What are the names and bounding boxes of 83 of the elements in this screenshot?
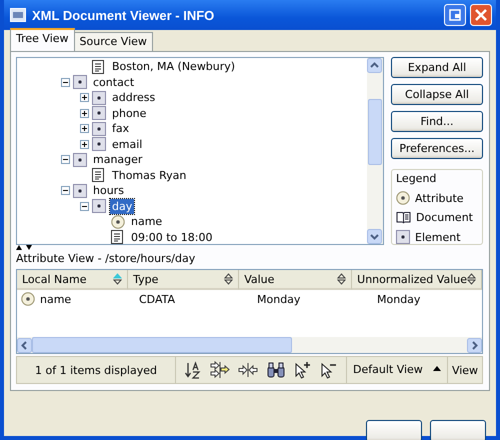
- scroll-thumb[interactable]: [368, 99, 382, 165]
- sort-icon[interactable]: [113, 273, 122, 286]
- scroll-up-icon[interactable]: [367, 58, 382, 73]
- sort-icon[interactable]: [467, 273, 476, 286]
- tree-item[interactable]: manager: [91, 152, 144, 168]
- close-button[interactable]: [470, 4, 492, 26]
- pointer-minus-icon[interactable]: [320, 361, 338, 379]
- attribute-icon: [21, 292, 35, 306]
- toggle-icon[interactable]: [80, 202, 89, 211]
- restore-button[interactable]: [444, 4, 466, 26]
- tab[interactable]: Source View: [74, 32, 153, 51]
- toggle-icon[interactable]: [61, 155, 70, 164]
- scroll-right-icon[interactable]: [467, 338, 482, 352]
- tab[interactable]: Tree View: [10, 28, 75, 51]
- scroll-left-icon[interactable]: [17, 338, 32, 352]
- view-dropdown[interactable]: Default View: [346, 357, 448, 383]
- toggle-icon[interactable]: [61, 186, 70, 196]
- element-icon: [92, 122, 106, 136]
- element-icon: [92, 90, 106, 105]
- caret-icon: [433, 366, 441, 371]
- arrows-icon[interactable]: [210, 361, 230, 379]
- item-count: 1 of 1 items displayed: [17, 357, 176, 383]
- table-cell: CDATA: [139, 292, 176, 306]
- scroll-thumb[interactable]: [32, 337, 292, 353]
- element-icon: [92, 106, 106, 120]
- tree-item[interactable]: day: [110, 198, 134, 214]
- dialog-button[interactable]: [430, 420, 486, 440]
- element-icon: [92, 199, 106, 214]
- window-title: XML Document Viewer - INFO: [32, 8, 214, 22]
- column-header[interactable]: Local Name: [17, 270, 128, 290]
- action-button[interactable]: Collapse All: [391, 84, 483, 105]
- tree-item[interactable]: phone: [110, 106, 148, 121]
- action-button[interactable]: Find...: [391, 111, 483, 132]
- toggle-icon[interactable]: [80, 93, 89, 102]
- legend-label: Element: [415, 230, 461, 244]
- arrows-icon[interactable]: [238, 361, 258, 379]
- tree-item[interactable]: Boston, MA (Newbury): [110, 59, 238, 74]
- book-icon: [396, 211, 411, 224]
- action-button[interactable]: Preferences...: [391, 138, 483, 159]
- legend-label: Document: [416, 211, 473, 224]
- tree-item[interactable]: fax: [110, 121, 132, 136]
- app-icon: [10, 8, 26, 22]
- table-cell: Monday: [377, 292, 420, 306]
- page-icon: [92, 168, 104, 182]
- scroll-down-icon[interactable]: [367, 229, 382, 244]
- table-cell: Monday: [257, 292, 300, 306]
- sort-icon[interactable]: [224, 273, 234, 286]
- column-header[interactable]: Unnormalized Value: [352, 270, 482, 290]
- toggle-icon[interactable]: [80, 140, 89, 149]
- tree-item[interactable]: name: [129, 214, 164, 230]
- toggle-icon[interactable]: [80, 108, 89, 118]
- tree-item[interactable]: contact: [91, 74, 136, 90]
- view-button[interactable]: View: [448, 357, 482, 383]
- element-icon: [73, 75, 87, 90]
- tree-item[interactable]: hours: [91, 183, 126, 198]
- horizontal-scrollbar[interactable]: [17, 337, 482, 353]
- vertical-scrollbar[interactable]: [367, 58, 383, 244]
- tree-item[interactable]: Thomas Ryan: [110, 168, 188, 183]
- tree-item[interactable]: address: [110, 90, 158, 106]
- sort-icon[interactable]: [184, 361, 202, 379]
- toggle-icon[interactable]: [80, 124, 89, 134]
- attribute-icon: [396, 191, 410, 205]
- element-icon: [92, 137, 106, 152]
- tree-item[interactable]: email: [110, 136, 144, 152]
- legend-label: Attribute: [415, 192, 464, 204]
- splitter-arrows-icon[interactable]: [16, 245, 32, 250]
- page-icon: [92, 60, 104, 74]
- tree-item[interactable]: 09:00 to 18:00: [129, 230, 214, 244]
- element-icon: [73, 152, 87, 167]
- table-cell: name: [40, 292, 72, 306]
- binoculars-icon[interactable]: [266, 361, 286, 379]
- column-header[interactable]: Value: [239, 270, 352, 290]
- action-button[interactable]: Expand All: [391, 57, 483, 78]
- column-header[interactable]: Type: [128, 270, 240, 290]
- legend-title: Legend: [396, 172, 438, 185]
- pointer-plus-icon[interactable]: [294, 361, 312, 379]
- toggle-icon[interactable]: [61, 78, 70, 87]
- dialog-button[interactable]: [366, 420, 422, 440]
- section-title: Attribute View - /store/hours/day: [16, 251, 196, 266]
- element-icon: [396, 230, 410, 244]
- attribute-icon: [111, 214, 125, 229]
- element-icon: [73, 184, 87, 198]
- sort-icon[interactable]: [337, 273, 346, 286]
